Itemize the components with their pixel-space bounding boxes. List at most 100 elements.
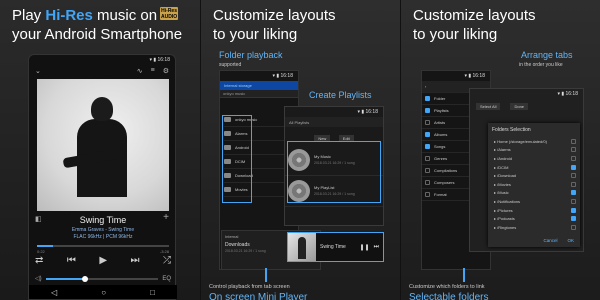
volume-level [45, 277, 86, 280]
folder-path-label: Home (/storage/emulated/0) [497, 138, 547, 144]
status-bar: ▾ ▮ 16:18 [149, 57, 170, 63]
checkbox[interactable] [425, 144, 430, 149]
dialog-folder-row[interactable]: ▸ /Pictures [488, 206, 580, 215]
headline-line1: Customize layouts [413, 7, 536, 24]
headline-line2: to your liking [213, 26, 298, 43]
headline-text: music on [92, 7, 158, 24]
cancel-button[interactable]: Cancel [543, 238, 557, 243]
queue-icon[interactable]: ≡ [151, 67, 155, 75]
checkbox[interactable] [571, 155, 576, 161]
playlist-header: All Playlists [285, 117, 383, 127]
callout-line [265, 268, 267, 282]
checkbox[interactable] [571, 147, 576, 153]
arrange-tabs-sub: in the order you like [519, 62, 563, 68]
dialog-folder-row[interactable]: ▸ Home (/storage/emulated/0) [488, 137, 580, 146]
waveform-icon[interactable]: ∿ [137, 67, 143, 75]
folder-path-label: /Alarms [497, 147, 511, 153]
done-button[interactable]: Done [510, 103, 529, 110]
folder-selection-screen: ▾ ▮ 16:18 Select All Done Folders Select… [469, 88, 584, 252]
dialog-folder-row[interactable]: ▸ /Movies [488, 180, 580, 189]
collapse-icon[interactable]: ⌄ [35, 67, 41, 75]
dialog-folder-row[interactable]: ▸ /Android [488, 154, 580, 163]
checkbox[interactable] [425, 108, 430, 113]
speaker-icon: ◁) [35, 276, 42, 282]
status-time: 16:18 [157, 57, 170, 63]
tab-order-label: Genres [434, 156, 448, 161]
checkbox[interactable] [571, 164, 576, 170]
checkbox[interactable] [571, 198, 576, 204]
shuffle-icon[interactable]: ⤮ [163, 255, 171, 266]
home-icon[interactable]: ○ [101, 288, 106, 297]
time-elapsed: 0:22 [37, 249, 45, 254]
select-all-button[interactable]: Select All [476, 103, 501, 110]
album-art [37, 79, 169, 211]
eq-button[interactable]: EQ [162, 276, 171, 282]
checkbox[interactable] [571, 138, 576, 144]
checkbox[interactable] [425, 192, 430, 197]
dialog-folder-row[interactable]: ▸ /Music [488, 189, 580, 198]
checkbox[interactable] [571, 224, 576, 230]
play-icon[interactable]: ▶ [99, 255, 107, 266]
ok-button[interactable]: OK [567, 238, 574, 243]
checkbox[interactable] [571, 181, 576, 187]
tab-order-label: Format [434, 192, 447, 197]
folder-highlight [222, 115, 252, 203]
checkbox[interactable] [425, 180, 430, 185]
dialog-folder-row[interactable]: ▸ /DCIM [488, 163, 580, 172]
recents-icon[interactable]: □ [150, 288, 155, 297]
next-icon[interactable]: ⏭ [374, 244, 379, 251]
dialog-folder-row[interactable]: ▸ /Ringtones [488, 223, 580, 232]
folders-title-caption: Selectable folders [409, 292, 489, 300]
next-icon[interactable]: ⏭ [131, 255, 140, 266]
folder-path-label: /Pictures [497, 207, 513, 213]
previous-icon[interactable]: ⏮ [67, 255, 76, 266]
storage-tab[interactable]: Internal storage [220, 81, 298, 90]
status-bar: ▾ ▮ 16:18 [557, 91, 578, 97]
checkbox[interactable] [425, 156, 430, 161]
repeat-icon[interactable]: ⇄ [35, 255, 43, 266]
tab-order-label: Playlists [434, 108, 449, 113]
volume-slider[interactable] [45, 275, 159, 282]
player-toolbar: ⌄ ∿ ≡ ⚙ [29, 65, 175, 77]
folder-path-label: /Android [497, 155, 513, 161]
settings-icon[interactable]: ⚙ [163, 67, 169, 75]
mini-player-caption: Control playback from tab screen [209, 284, 290, 290]
playlists-callout: Create Playlists [309, 90, 372, 100]
mini-player[interactable]: Swing Time ❚❚ ⏭ [287, 232, 384, 262]
headline: Play Hi-Res music on Hi-Res AUDIO your An… [12, 6, 182, 44]
dialog-actions: Cancel OK [543, 238, 574, 243]
checkbox[interactable] [571, 207, 576, 213]
folder-path-label: /Movies [497, 181, 511, 187]
dialog-folder-row[interactable]: ▸ /Notifications [488, 197, 580, 206]
folder-playback-sub: supported [219, 62, 242, 68]
checkbox[interactable] [571, 190, 576, 196]
time-remaining: -3:28 [159, 249, 169, 254]
hires-highlight: Hi-Res [45, 7, 93, 24]
checkbox[interactable] [571, 216, 576, 222]
dialog-folder-row[interactable]: ▸ /Podcasts [488, 214, 580, 223]
pause-icon[interactable]: ❚❚ [360, 244, 370, 251]
dialog-folder-row[interactable]: ▸ /Alarms [488, 146, 580, 155]
headline-line1: Customize layouts [213, 7, 336, 24]
checkbox[interactable] [425, 168, 430, 173]
volume-row: ◁) EQ [35, 275, 171, 282]
dialog-folder-row[interactable]: ▸ /Download [488, 171, 580, 180]
android-navbar: ◁ ○ □ [29, 285, 177, 299]
volume-knob[interactable] [82, 275, 89, 282]
folder-path-label: /DCIM [497, 164, 509, 170]
back-icon[interactable]: ‹ [425, 84, 426, 89]
seek-progress [37, 245, 53, 247]
seek-bar[interactable] [37, 245, 169, 247]
checkbox[interactable] [425, 96, 430, 101]
playlist-tab-label[interactable]: All Playlists [289, 120, 309, 125]
dialog-title: Folders Selection [492, 127, 531, 133]
track-artist: Emma Graves - Swing Time [71, 227, 135, 233]
phone-screens-layout: ▾ ▮ 16:18 Internal storage onkyo music o… [219, 70, 384, 270]
checkbox[interactable] [425, 120, 430, 125]
checkbox[interactable] [425, 132, 430, 137]
checkbox[interactable] [571, 173, 576, 179]
back-icon[interactable]: ◁ [51, 288, 57, 297]
folder-path-label: /Download [497, 173, 517, 179]
hires-audio-logo: Hi-Res AUDIO [160, 7, 179, 20]
headline-line2: to your liking [413, 26, 498, 43]
